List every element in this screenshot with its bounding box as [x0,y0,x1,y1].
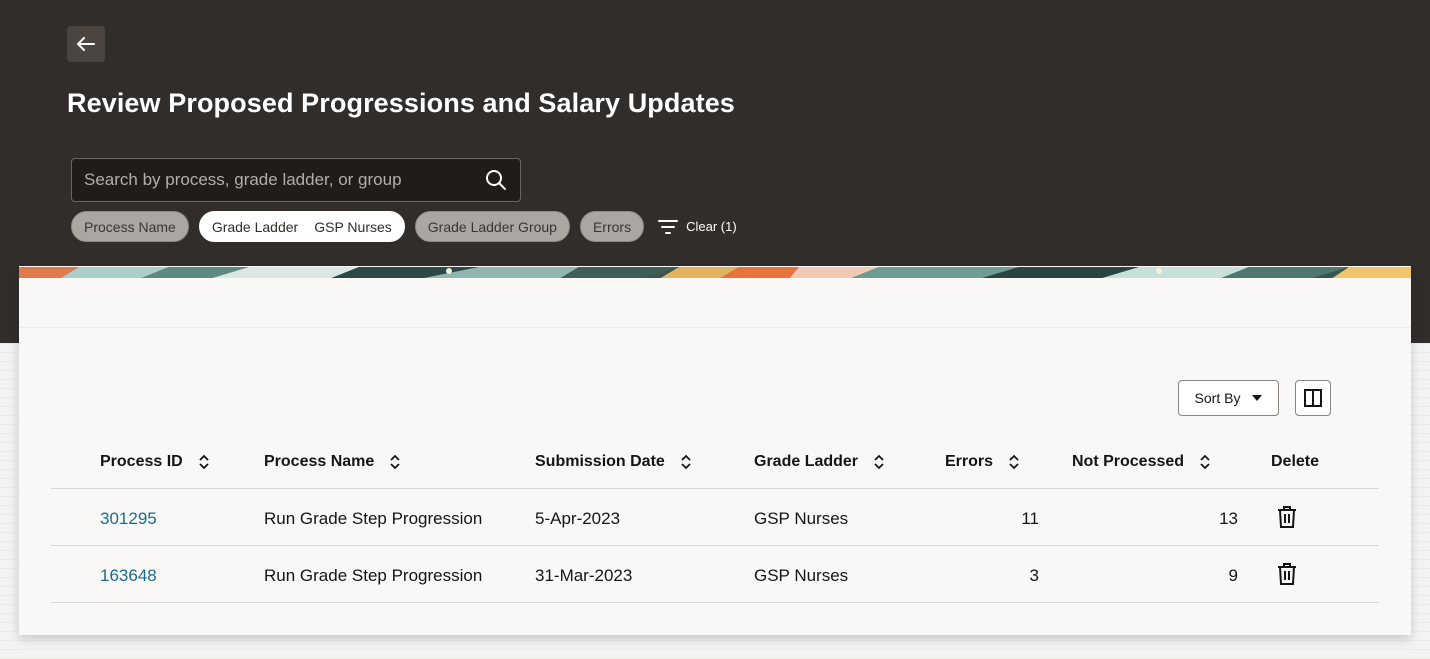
column-header-grade-ladder[interactable]: Grade Ladder [754,453,886,471]
column-layout-button[interactable] [1295,380,1331,416]
table-row: 301295 Run Grade Step Progression 5-Apr-… [51,489,1379,546]
filter-chip-process-name[interactable]: Process Name [71,211,189,242]
card-divider [19,327,1411,328]
sort-updown-icon[interactable] [872,454,886,470]
search-icon[interactable] [484,168,508,192]
sort-updown-icon[interactable] [679,454,693,470]
column-header-label: Submission Date [535,453,665,470]
sort-updown-icon[interactable] [1198,454,1212,470]
column-header-delete: Delete [1271,453,1319,471]
page-title: Review Proposed Progressions and Salary … [67,88,735,118]
submission-date-cell: 31-Mar-2023 [535,566,633,585]
chip-label: Grade Ladder Group [427,218,557,235]
sort-by-label: Sort By [1194,390,1241,406]
not-processed-cell: 13 [1219,509,1238,528]
errors-cell: 3 [1029,566,1039,585]
back-button[interactable] [67,26,105,62]
decorative-banner [19,266,1411,278]
column-header-label: Grade Ladder [754,453,859,470]
trash-icon [1278,563,1296,585]
caret-down-icon [1252,395,1263,401]
filter-chip-errors[interactable]: Errors [579,211,645,242]
sort-updown-icon[interactable] [197,454,211,470]
clear-filters-button[interactable]: Clear (1) [658,219,737,235]
process-name-cell: Run Grade Step Progression [264,566,483,585]
sort-updown-icon[interactable] [1007,454,1021,470]
search-field[interactable] [71,158,521,202]
filter-chips: Process Name Grade Ladder GSP Nurses Gra… [71,211,737,242]
filter-chip-grade-ladder-group[interactable]: Grade Ladder Group [414,211,570,242]
table-header: Process ID Process Name Submission Date … [51,442,1379,489]
clear-filters-label: Clear (1) [686,219,737,234]
chip-label: Errors [592,218,632,235]
column-header-label: Delete [1271,453,1320,470]
sort-updown-icon[interactable] [388,454,402,470]
column-header-process-name[interactable]: Process Name [264,453,402,471]
grade-ladder-cell: GSP Nurses [754,509,849,528]
chip-label: Grade Ladder [211,218,299,235]
trash-icon [1278,506,1296,528]
not-processed-cell: 9 [1228,566,1238,585]
process-id-link[interactable]: 163648 [100,566,157,586]
column-header-process-id[interactable]: Process ID [100,453,211,471]
table-row: 163648 Run Grade Step Progression 31-Mar… [51,546,1379,603]
column-header-submission-date[interactable]: Submission Date [535,453,693,471]
search-input[interactable] [84,170,484,190]
delete-button[interactable] [1274,504,1300,530]
submission-date-cell: 5-Apr-2023 [535,509,621,528]
chip-value: GSP Nurses [314,218,392,235]
column-header-label: Not Processed [1072,453,1185,470]
column-header-label: Process Name [264,453,375,470]
errors-cell: 11 [1021,509,1039,528]
results-card: Sort By Process ID Process Name Submissi… [19,266,1411,635]
sort-by-dropdown[interactable]: Sort By [1178,380,1279,416]
column-layout-icon [1304,389,1322,407]
grade-ladder-cell: GSP Nurses [754,566,849,585]
column-header-errors[interactable]: Errors [945,453,1021,471]
progressions-table: Process ID Process Name Submission Date … [51,442,1379,603]
column-header-label: Process ID [100,453,183,470]
process-name-cell: Run Grade Step Progression [264,509,483,528]
column-header-label: Errors [945,453,994,470]
filter-chip-grade-ladder[interactable]: Grade Ladder GSP Nurses [198,211,405,242]
process-id-link[interactable]: 301295 [100,509,157,529]
delete-button[interactable] [1274,561,1300,587]
filter-icon [658,219,679,234]
chip-label: Process Name [84,218,176,235]
column-header-not-processed[interactable]: Not Processed [1072,453,1212,471]
arrow-left-icon [77,37,95,51]
